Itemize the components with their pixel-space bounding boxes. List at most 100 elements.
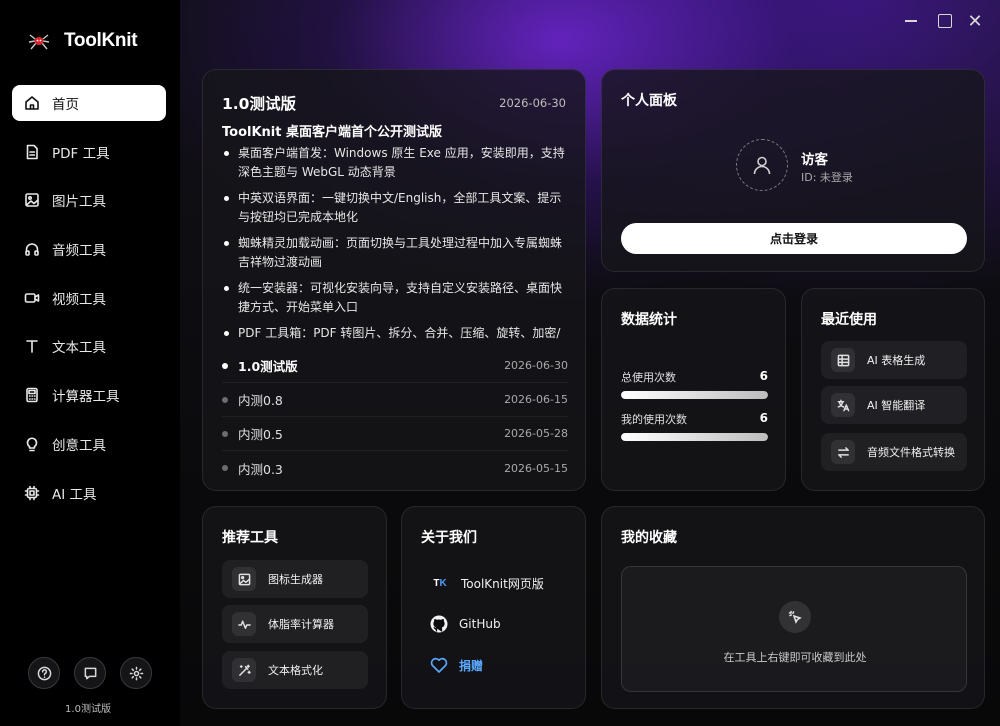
cursor-click-icon <box>779 601 811 633</box>
stat-bar-fill <box>621 391 768 399</box>
version-row[interactable]: 1.0测试版 2026-06-30 <box>222 349 568 383</box>
stat-value: 6 <box>759 411 768 425</box>
release-subtitle: ToolKnit 桌面客户端首个公开测试版 <box>222 125 442 140</box>
list-item: 统一安装器：可视化安装向导，支持自定义安装路径、桌面快捷方式、开始菜单入口 <box>222 279 568 317</box>
settings-button[interactable] <box>120 657 152 689</box>
version-name: 内测0.5 <box>238 427 283 442</box>
sidebar-item-ai[interactable]: AI 工具 <box>12 475 166 511</box>
ai-chip-icon <box>24 485 40 501</box>
sidebar-item-audio[interactable]: 音频工具 <box>12 231 166 267</box>
recommended-title: 推荐工具 <box>222 530 278 546</box>
image-icon <box>24 192 40 208</box>
release-date: 2026-06-30 <box>499 96 566 110</box>
lightbulb-icon <box>24 436 40 452</box>
app-logo: ToolKnit <box>28 30 138 52</box>
version-name: 1.0测试版 <box>238 359 298 374</box>
recent-item-ai-translate[interactable]: AI 智能翻译 <box>821 386 967 424</box>
recommended-item-label: 图标生成器 <box>268 573 323 586</box>
video-icon <box>24 290 40 306</box>
recommended-item-text-format[interactable]: 文本格式化 <box>222 651 368 689</box>
settings-icon <box>129 666 143 680</box>
web-version-link[interactable]: TK ToolKnit网页版 <box>429 575 544 592</box>
version-dot <box>222 465 228 471</box>
close-button[interactable]: ✕ <box>964 10 986 32</box>
favorites-drop-zone: 在工具上右键即可收藏到此处 <box>621 566 967 692</box>
magic-wand-icon <box>232 658 256 682</box>
about-title: 关于我们 <box>421 530 477 546</box>
version-row[interactable]: 内测0.3 2026-05-15 <box>222 451 568 485</box>
stat-label: 我的使用次数 <box>621 413 687 426</box>
version-list: 1.0测试版 2026-06-30 内测0.8 2026-06-15 内测0.5… <box>222 349 568 485</box>
about-link-label: ToolKnit网页版 <box>461 577 544 591</box>
recommended-item-icon-generator[interactable]: 图标生成器 <box>222 560 368 598</box>
personal-panel-title: 个人面板 <box>621 93 677 109</box>
login-button[interactable]: 点击登录 <box>621 223 967 254</box>
version-date: 2026-05-28 <box>504 427 568 440</box>
maximize-button[interactable] <box>934 10 956 32</box>
sidebar-item-text[interactable]: 文本工具 <box>12 328 166 364</box>
stat-value: 6 <box>759 369 768 383</box>
feedback-button[interactable] <box>74 657 106 689</box>
sidebar-nav: 首页 PDF 工具 图片工具 音频工具 视频工具 文本工具 计算器工具 创意工具… <box>12 85 166 523</box>
recommended-item-body-fat[interactable]: 体脂率计算器 <box>222 605 368 643</box>
avatar[interactable] <box>736 139 788 191</box>
minimize-button[interactable] <box>900 10 922 32</box>
stat-mine: 我的使用次数 6 <box>621 411 768 441</box>
document-icon <box>24 144 40 160</box>
github-link[interactable]: GitHub <box>429 614 501 634</box>
list-item: 中英双语界面：一键切换中文/English，全部工具文案、提示与按钮均已完成本地… <box>222 189 568 227</box>
headphones-icon <box>24 241 40 257</box>
app-name: ToolKnit <box>64 30 138 51</box>
recent-item-label: AI 智能翻译 <box>867 399 926 412</box>
heart-icon <box>430 657 448 673</box>
sidebar-item-home[interactable]: 首页 <box>12 85 166 121</box>
tk-logo-k: K <box>439 578 447 589</box>
sidebar-item-label: PDF 工具 <box>52 145 110 162</box>
sidebar-item-calculator[interactable]: 计算器工具 <box>12 377 166 413</box>
help-icon <box>37 666 51 680</box>
table-icon <box>831 348 855 372</box>
release-notes-card: 1.0测试版 2026-06-30 ToolKnit 桌面客户端首个公开测试版 … <box>202 69 586 491</box>
translate-icon <box>831 393 855 417</box>
github-icon <box>430 615 448 633</box>
version-date: 2026-06-30 <box>504 359 568 372</box>
release-title: 1.0测试版 <box>222 95 296 113</box>
recommended-item-label: 体脂率计算器 <box>268 618 334 631</box>
recommended-card: 推荐工具 图标生成器 体脂率计算器 文本格式化 <box>202 506 387 709</box>
sidebar-item-image[interactable]: 图片工具 <box>12 182 166 218</box>
sidebar-item-video[interactable]: 视频工具 <box>12 280 166 316</box>
swap-icon <box>831 440 855 464</box>
sidebar-footer <box>28 657 152 689</box>
list-item: PDF 工具箱：PDF 转图片、拆分、合并、压缩、旋转、加密/ <box>222 324 568 343</box>
sidebar-item-creative[interactable]: 创意工具 <box>12 426 166 462</box>
version-name: 内测0.3 <box>238 461 283 477</box>
sidebar-item-label: 首页 <box>52 97 79 113</box>
recent-item-label: 音频文件格式转换 <box>867 446 955 459</box>
about-link-label: 捐赠 <box>459 658 484 673</box>
favorites-title: 我的收藏 <box>621 530 677 546</box>
sidebar-item-label: AI 工具 <box>52 486 97 503</box>
favorites-hint: 在工具上右键即可收藏到此处 <box>723 651 867 664</box>
recent-item-audio-convert[interactable]: 音频文件格式转换 <box>821 433 967 471</box>
version-row[interactable]: 内测0.8 2026-06-15 <box>222 383 568 417</box>
help-button[interactable] <box>28 657 60 689</box>
recent-item-ai-table[interactable]: AI 表格生成 <box>821 341 967 379</box>
sidebar-item-pdf[interactable]: PDF 工具 <box>12 134 166 170</box>
personal-panel-card: 个人面板 访客 ID: 未登录 点击登录 <box>601 69 985 272</box>
user-name: 访客 <box>801 152 828 168</box>
version-date: 2026-06-15 <box>504 393 568 406</box>
stat-label: 总使用次数 <box>621 371 676 384</box>
version-date: 2026-05-15 <box>504 461 568 475</box>
home-icon <box>24 95 40 111</box>
sidebar-item-label: 文本工具 <box>52 340 106 357</box>
version-row[interactable]: 内测0.5 2026-05-28 <box>222 417 568 451</box>
sidebar-item-label: 视频工具 <box>52 291 106 308</box>
about-card: 关于我们 TK ToolKnit网页版 GitHub 捐赠 <box>401 506 586 709</box>
version-dot <box>222 362 228 369</box>
sidebar-item-label: 音频工具 <box>52 243 106 260</box>
donate-link[interactable]: 捐赠 <box>429 655 483 675</box>
pulse-icon <box>232 612 256 636</box>
version-dot <box>222 430 228 437</box>
stat-total: 总使用次数 6 <box>621 369 768 399</box>
stats-title: 数据统计 <box>621 312 677 328</box>
